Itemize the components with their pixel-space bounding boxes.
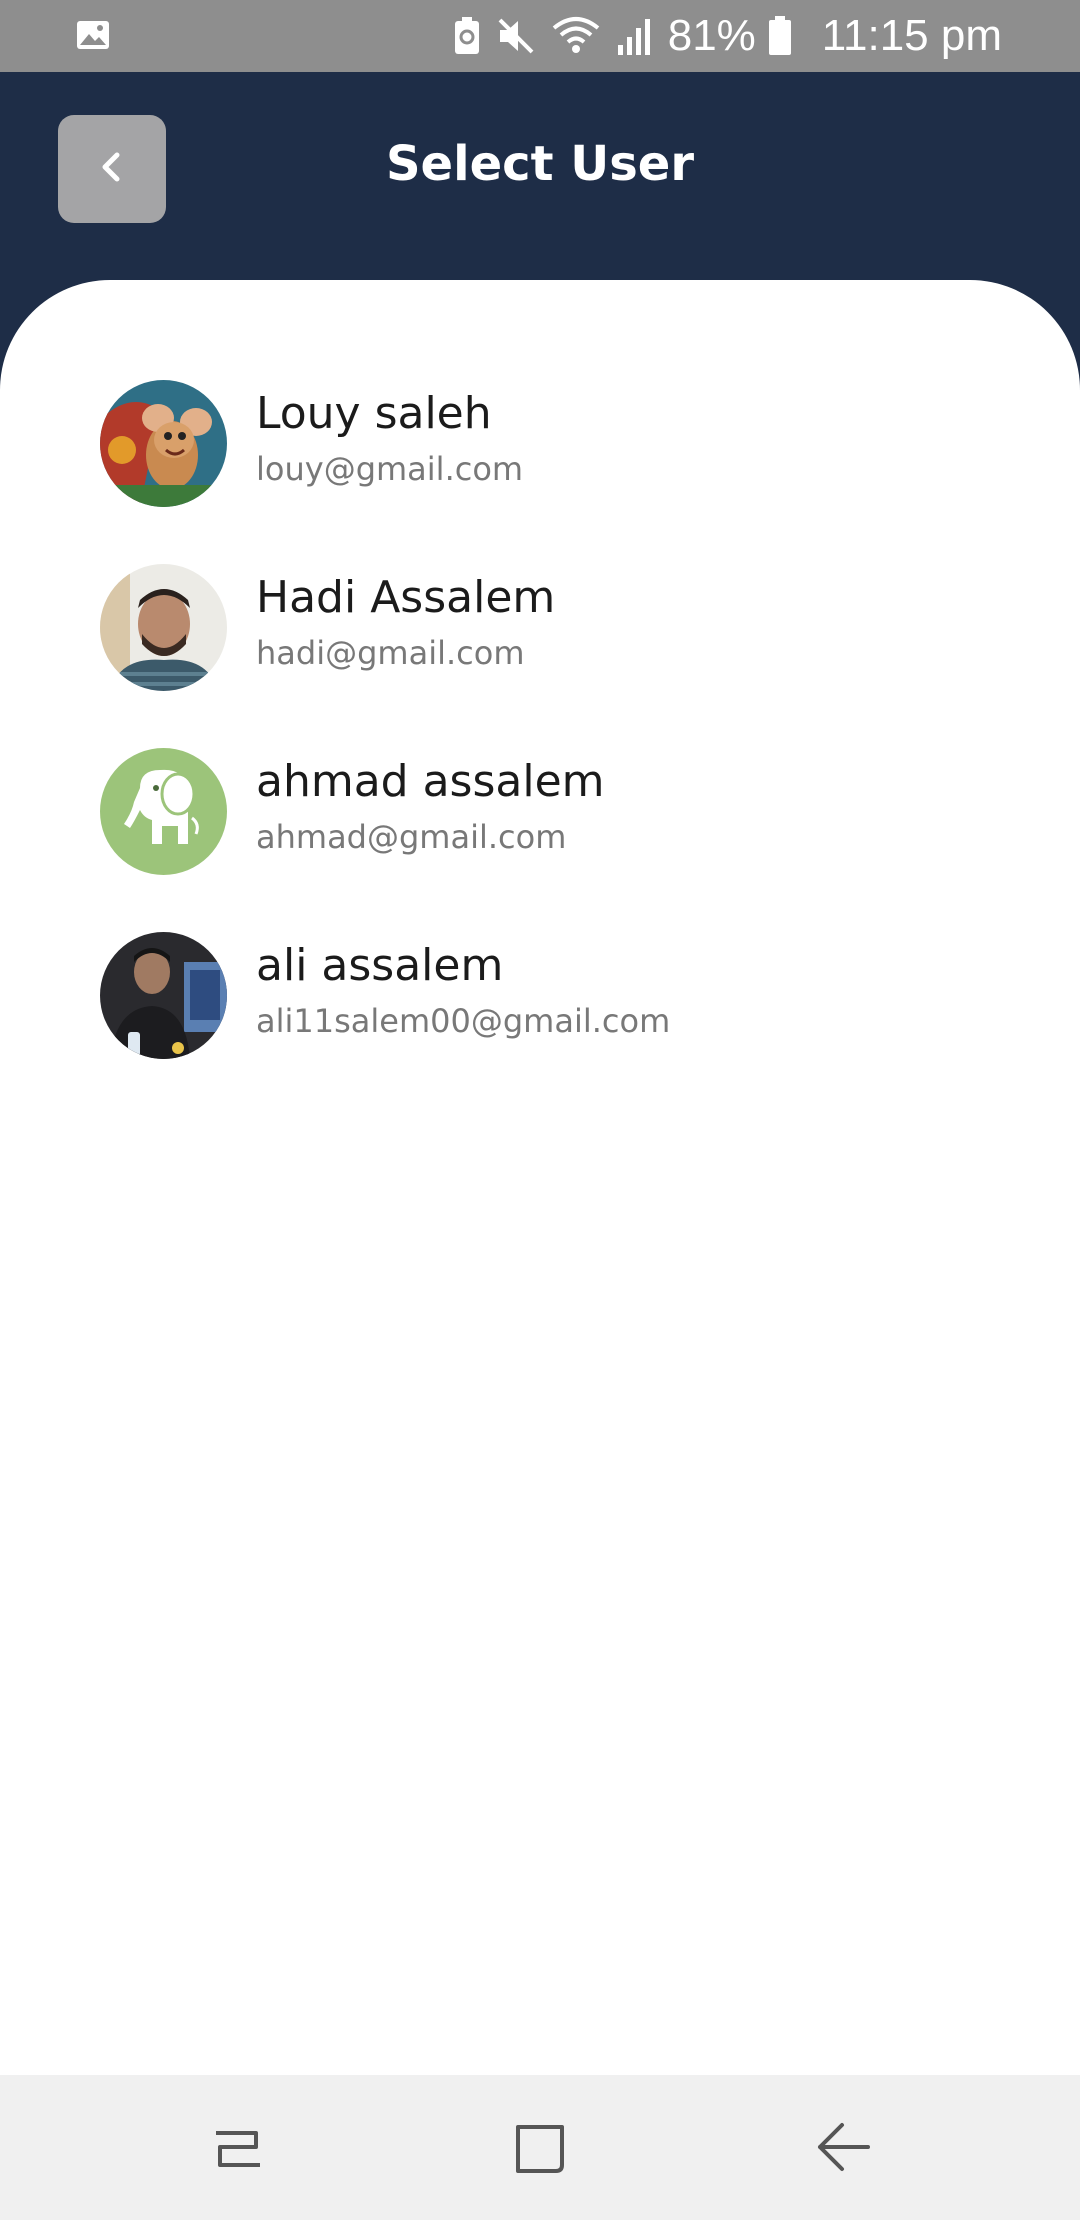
status-icons: 81% 11:15 pm bbox=[454, 0, 1080, 72]
battery-saver-icon bbox=[454, 17, 480, 55]
user-name: Hadi Assalem bbox=[256, 572, 556, 623]
user-email: louy@gmail.com bbox=[256, 450, 524, 488]
home-button[interactable] bbox=[508, 2117, 572, 2181]
user-name: Louy saleh bbox=[256, 388, 492, 439]
user-email: ali11salem00@gmail.com bbox=[256, 1002, 671, 1040]
status-bar: 81% 11:15 pm bbox=[0, 0, 1080, 72]
man-at-desk-avatar bbox=[100, 932, 227, 1059]
recent-apps-icon bbox=[206, 2117, 270, 2181]
back-icon bbox=[812, 2117, 876, 2181]
system-back-button[interactable] bbox=[812, 2117, 876, 2181]
wifi-icon bbox=[552, 16, 600, 56]
page-title: Select User bbox=[385, 136, 694, 192]
user-item-louy[interactable]: Louy saleh louy@gmail.com bbox=[0, 380, 1080, 564]
user-item-ali[interactable]: ali assalem ali11salem00@gmail.com bbox=[0, 932, 1080, 1116]
clock: 11:15 pm bbox=[821, 11, 1002, 60]
elephant-avatar bbox=[100, 748, 227, 875]
user-email: hadi@gmail.com bbox=[256, 634, 525, 672]
user-name: ahmad assalem bbox=[256, 756, 605, 807]
gallery-icon bbox=[76, 20, 110, 50]
user-list: Louy saleh louy@gmail.com Hadi Assalem h… bbox=[0, 380, 1080, 1116]
app-header: Select User bbox=[0, 72, 1080, 282]
system-nav-bar bbox=[0, 2075, 1080, 2220]
content-sheet: Louy saleh louy@gmail.com Hadi Assalem h… bbox=[0, 280, 1080, 2075]
recent-apps-button[interactable] bbox=[206, 2117, 270, 2181]
user-item-hadi[interactable]: Hadi Assalem hadi@gmail.com bbox=[0, 564, 1080, 748]
man-photo-avatar bbox=[100, 564, 227, 691]
mute-icon bbox=[496, 16, 536, 56]
battery-percent: 81% bbox=[667, 11, 756, 60]
user-item-ahmad[interactable]: ahmad assalem ahmad@gmail.com bbox=[0, 748, 1080, 932]
home-icon bbox=[508, 2117, 572, 2181]
signal-icon bbox=[616, 17, 652, 55]
user-name: ali assalem bbox=[256, 940, 504, 991]
cartoon-mouse-avatar bbox=[100, 380, 227, 507]
battery-icon bbox=[768, 16, 792, 56]
user-email: ahmad@gmail.com bbox=[256, 818, 567, 856]
